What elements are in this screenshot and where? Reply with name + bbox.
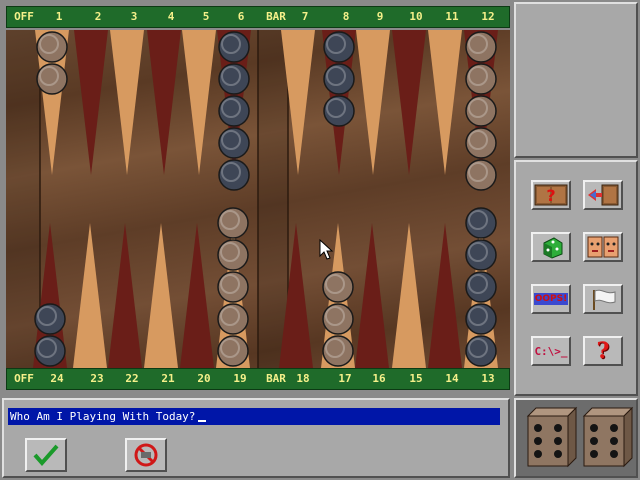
point-4 bbox=[147, 30, 181, 175]
dice-panel bbox=[514, 398, 638, 478]
dice-roll-button[interactable] bbox=[531, 232, 571, 262]
top-label-7: 7 bbox=[301, 10, 309, 23]
bottom-label-bar: BAR bbox=[266, 372, 286, 385]
bottom-point-labels: OFF 24 23 22 21 20 19 BAR 18 17 16 15 14… bbox=[6, 368, 510, 390]
point-9 bbox=[356, 30, 390, 175]
board-question-icon: ? bbox=[534, 184, 568, 206]
point-2 bbox=[74, 30, 108, 175]
top-point-labels: OFF 1 2 3 4 5 6 BAR 7 8 9 10 11 12 bbox=[6, 6, 510, 28]
bottom-label-20: 20 bbox=[197, 372, 211, 385]
dos-shell-label: C:\>_ bbox=[534, 344, 568, 358]
bottom-label-21: 21 bbox=[161, 372, 175, 385]
top-label-9: 9 bbox=[376, 10, 384, 23]
point-10 bbox=[392, 30, 426, 175]
die-pip bbox=[554, 450, 562, 458]
point-21 bbox=[144, 223, 178, 368]
top-label-6: 6 bbox=[237, 10, 245, 23]
oops-label: OOPS! bbox=[533, 293, 569, 305]
top-label-bar: BAR bbox=[266, 10, 286, 23]
bottom-label-24: 24 bbox=[50, 372, 64, 385]
faces-icon bbox=[587, 236, 619, 258]
point-5 bbox=[182, 30, 216, 175]
die-pip bbox=[534, 450, 542, 458]
top-label-10: 10 bbox=[409, 10, 423, 23]
name-input[interactable]: Who Am I Playing With Today? bbox=[8, 408, 500, 425]
top-label-off: OFF bbox=[14, 10, 34, 23]
checkmark-icon bbox=[33, 444, 59, 467]
point-11 bbox=[428, 30, 462, 175]
top-label-12: 12 bbox=[481, 10, 495, 23]
top-label-1: 1 bbox=[55, 10, 63, 23]
point-23 bbox=[73, 223, 107, 368]
bottom-label-23: 23 bbox=[90, 372, 104, 385]
bottom-label-off: OFF bbox=[14, 372, 34, 385]
bottom-label-17: 17 bbox=[338, 372, 352, 385]
bar-area bbox=[258, 30, 288, 368]
die-side-face bbox=[623, 406, 633, 468]
bottom-label-15: 15 bbox=[409, 372, 423, 385]
dos-shell-button[interactable]: C:\>_ bbox=[531, 336, 571, 366]
question-mark-icon: ? bbox=[596, 338, 610, 364]
point-15 bbox=[392, 223, 426, 368]
die-pip bbox=[590, 424, 598, 432]
exit-button[interactable] bbox=[583, 180, 623, 210]
green-dice-icon bbox=[543, 237, 563, 259]
die-pip bbox=[590, 437, 598, 445]
bottom-label-19: 19 bbox=[233, 372, 247, 385]
point-16 bbox=[355, 223, 389, 368]
help-button[interactable]: ? bbox=[583, 336, 623, 366]
help-board-button[interactable]: ? bbox=[531, 180, 571, 210]
point-20 bbox=[180, 223, 214, 368]
die-side-face bbox=[567, 406, 577, 468]
oops-button[interactable]: OOPS! bbox=[531, 284, 571, 314]
ok-button[interactable] bbox=[25, 438, 67, 472]
top-label-5: 5 bbox=[202, 10, 210, 23]
backgammon-board[interactable] bbox=[6, 30, 510, 368]
players-button[interactable] bbox=[583, 232, 623, 262]
die-pip bbox=[610, 437, 618, 445]
exit-arrow-icon bbox=[588, 184, 619, 206]
board-graphics[interactable] bbox=[6, 30, 510, 368]
white-flag-icon bbox=[593, 289, 616, 310]
dice-display[interactable] bbox=[524, 406, 634, 472]
status-panel bbox=[514, 2, 638, 158]
bottom-label-13: 13 bbox=[481, 372, 495, 385]
die-pip bbox=[534, 424, 542, 432]
command-panel: ? OOPS! C:\>_ ? bbox=[514, 160, 638, 396]
point-3 bbox=[110, 30, 144, 175]
bottom-label-16: 16 bbox=[372, 372, 386, 385]
die-pip bbox=[534, 437, 542, 445]
cancel-button[interactable] bbox=[125, 438, 167, 472]
point-14 bbox=[428, 223, 462, 368]
die-pip bbox=[554, 437, 562, 445]
die-pip bbox=[554, 424, 562, 432]
name-prompt-text: Who Am I Playing With Today? bbox=[10, 410, 196, 423]
mouse-pointer-icon bbox=[319, 238, 334, 260]
bottom-label-22: 22 bbox=[125, 372, 139, 385]
top-label-8: 8 bbox=[342, 10, 350, 23]
top-label-3: 3 bbox=[130, 10, 138, 23]
die-pip bbox=[590, 450, 598, 458]
no-sign-icon bbox=[134, 443, 158, 467]
top-label-11: 11 bbox=[445, 10, 459, 23]
bottom-label-14: 14 bbox=[445, 372, 459, 385]
die-pip bbox=[610, 424, 618, 432]
top-label-4: 4 bbox=[167, 10, 175, 23]
resign-flag-button[interactable] bbox=[583, 284, 623, 314]
die-pip bbox=[610, 450, 618, 458]
bottom-label-18: 18 bbox=[296, 372, 310, 385]
svg-text:?: ? bbox=[546, 186, 555, 205]
top-label-2: 2 bbox=[94, 10, 102, 23]
point-22 bbox=[108, 223, 142, 368]
text-cursor bbox=[198, 420, 207, 422]
